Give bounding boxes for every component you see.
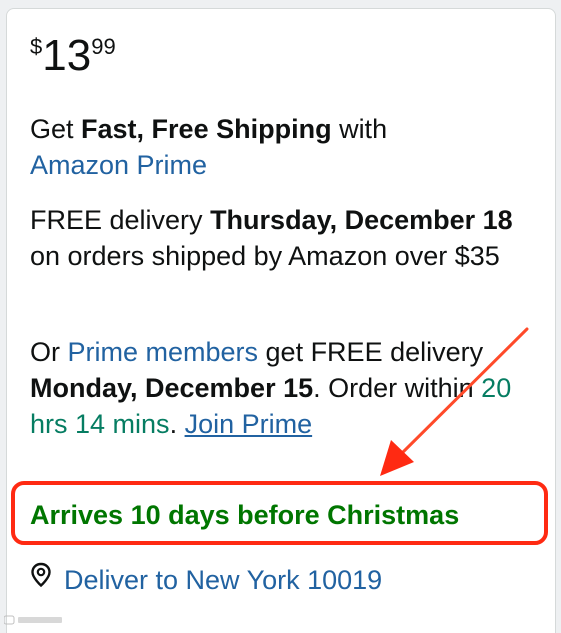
prime-prefix: Or: [30, 337, 68, 367]
page: $1399 Get Fast, Free Shipping with Amazon…: [0, 0, 561, 633]
prime-after-countdown: .: [169, 409, 185, 439]
amazon-prime-link[interactable]: Amazon Prime: [30, 150, 207, 180]
location-pin-icon: [31, 562, 51, 588]
prime-delivery-date: Monday, December 15: [30, 373, 314, 403]
delivery-prefix: FREE delivery: [30, 205, 211, 235]
shipping-suffix: with: [331, 114, 388, 144]
christmas-arrival-banner: Arrives 10 days before Christmas: [30, 500, 460, 530]
prime-mid: get FREE delivery: [258, 337, 484, 367]
watermark: [3, 614, 64, 629]
price-whole: 13: [42, 31, 92, 80]
price-fraction: 99: [91, 34, 116, 59]
deliver-to-row[interactable]: Deliver to New York 10019: [30, 562, 382, 598]
free-delivery-message: FREE delivery Thursday, December 18 on o…: [30, 202, 530, 274]
watermark-logo-icon: [3, 615, 62, 625]
prime-delivery-message: Or Prime members get FREE delivery Monda…: [30, 334, 530, 442]
join-prime-link[interactable]: Join Prime: [185, 409, 313, 439]
product-price: $1399: [30, 34, 116, 78]
prime-after-date: . Order within: [313, 373, 482, 403]
shipping-bold: Fast, Free Shipping: [81, 114, 332, 144]
deliver-to-link[interactable]: Deliver to New York 10019: [64, 565, 382, 595]
prime-members-link[interactable]: Prime members: [68, 337, 259, 367]
delivery-date: Thursday, December 18: [210, 205, 513, 235]
price-symbol: $: [30, 34, 43, 59]
shipping-offer: Get Fast, Free Shipping with Amazon Prime: [30, 111, 530, 183]
shipping-prefix: Get: [30, 114, 82, 144]
delivery-suffix: on orders shipped by Amazon over $35: [30, 241, 500, 271]
